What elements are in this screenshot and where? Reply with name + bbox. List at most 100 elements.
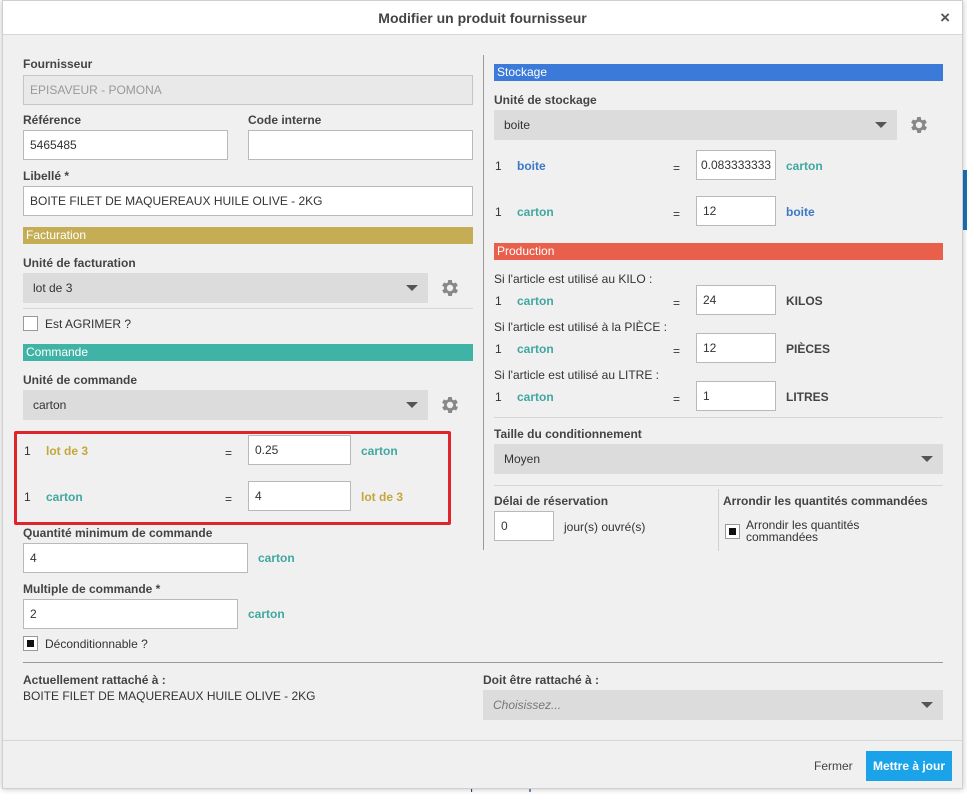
stockage-conv1-unit: boite xyxy=(517,159,546,173)
multiple-order-label: Multiple de commande * xyxy=(23,582,161,596)
commande-conv1-input[interactable]: 0.25 xyxy=(248,435,351,465)
production-piece-target: PIÈCES xyxy=(786,342,831,356)
equals-sign: = xyxy=(673,207,681,221)
reference-input[interactable]: 5465485 xyxy=(23,130,228,160)
equals-sign: = xyxy=(673,161,681,175)
production-kilo-unit: carton xyxy=(517,294,554,308)
production-litre-unit: carton xyxy=(517,390,554,404)
production-section-header: Production xyxy=(494,243,943,260)
code-interne-label: Code interne xyxy=(248,113,322,127)
actuel-label: Actuellement rattaché à : xyxy=(23,673,166,687)
commande-section-header: Commande xyxy=(23,344,473,361)
edit-supplier-product-modal: Modifier un produit fournisseur × Fourni… xyxy=(2,0,963,789)
divider xyxy=(718,489,719,551)
production-kilo-target: KILOS xyxy=(786,294,823,308)
stockage-conv1-input[interactable]: 0.083333333 xyxy=(696,150,776,180)
stockage-unit-label: Unité de stockage xyxy=(494,93,597,107)
min-order-input[interactable]: 4 xyxy=(23,543,248,573)
agrimer-label: Est AGRIMER ? xyxy=(45,317,132,331)
equals-sign: = xyxy=(673,392,681,406)
production-piece-unit: carton xyxy=(517,342,554,356)
stockage-conv2-unit: carton xyxy=(517,205,554,219)
commande-conv1-target: carton xyxy=(361,444,398,458)
facturation-unit-value: lot de 3 xyxy=(33,281,73,295)
doit-label: Doit être rattaché à : xyxy=(483,673,600,687)
facturation-section-header: Facturation xyxy=(23,227,473,244)
production-piece-input[interactable]: 12 xyxy=(696,333,776,363)
production-litre-label: Si l'article est utilisé au LITRE : xyxy=(494,368,660,382)
facturation-unit-select[interactable]: lot de 3 xyxy=(23,273,428,303)
commande-unit-value: carton xyxy=(33,398,67,412)
stockage-conv2-input[interactable]: 12 xyxy=(696,196,776,226)
update-button[interactable]: Mettre à jour xyxy=(866,751,952,781)
delai-label: Délai de réservation xyxy=(494,494,609,508)
reference-label: Référence xyxy=(23,113,82,127)
divider xyxy=(23,308,473,309)
equals-sign: = xyxy=(225,446,233,460)
taille-select[interactable]: Moyen xyxy=(494,444,943,474)
libelle-input[interactable]: BOITE FILET DE MAQUEREAUX HUILE OLIVE - … xyxy=(23,186,473,216)
chevron-down-icon xyxy=(406,402,418,408)
gear-icon[interactable] xyxy=(439,277,461,299)
production-piece-label: Si l'article est utilisé à la PIÈCE : xyxy=(494,320,668,334)
doit-placeholder: Choisissez... xyxy=(493,698,562,712)
commande-conv2-unit: carton xyxy=(46,490,83,504)
gear-icon[interactable] xyxy=(908,114,930,136)
stockage-conv2-qty: 1 xyxy=(495,205,502,219)
modal-header: Modifier un produit fournisseur × xyxy=(3,1,962,35)
arrondir-checkbox-label: Arrondir les quantités commandées xyxy=(746,518,860,544)
production-litre-input[interactable]: 1 xyxy=(696,381,776,411)
production-kilo-label: Si l'article est utilisé au KILO : xyxy=(494,272,653,286)
stockage-unit-value: boite xyxy=(504,118,531,132)
taille-label: Taille du conditionnement xyxy=(494,427,642,441)
commande-conv1-qty: 1 xyxy=(24,444,31,458)
column-divider xyxy=(483,55,484,550)
equals-sign: = xyxy=(673,344,681,358)
footer-divider xyxy=(3,740,962,741)
stockage-unit-select[interactable]: boite xyxy=(494,110,897,140)
gear-icon[interactable] xyxy=(439,394,461,416)
divider xyxy=(23,662,943,663)
stockage-conv1-target: carton xyxy=(786,159,823,173)
taille-value: Moyen xyxy=(504,452,541,466)
doit-select[interactable]: Choisissez... xyxy=(483,690,943,720)
delai-unit: jour(s) ouvré(s) xyxy=(564,520,646,534)
commande-unit-select[interactable]: carton xyxy=(23,390,428,420)
chevron-down-icon xyxy=(921,702,933,708)
multiple-order-input[interactable]: 2 xyxy=(23,599,238,629)
production-litre-target: LITRES xyxy=(786,390,829,404)
stockage-section-header: Stockage xyxy=(494,64,943,81)
deconditionnable-label: Déconditionnable ? xyxy=(45,637,148,651)
min-order-unit: carton xyxy=(258,551,295,565)
deconditionnable-checkbox[interactable] xyxy=(23,636,38,651)
code-interne-input[interactable] xyxy=(248,130,473,160)
production-litre-qty: 1 xyxy=(495,390,502,404)
arrondir-label: Arrondir les quantités commandées xyxy=(723,494,928,508)
delai-input[interactable]: 0 xyxy=(494,511,554,541)
facturation-unit-label: Unité de facturation xyxy=(23,256,136,270)
stockage-conv2-target: boite xyxy=(786,205,815,219)
arrondir-checkbox[interactable] xyxy=(725,524,740,539)
agrimer-checkbox[interactable] xyxy=(23,316,38,331)
stockage-conv1-qty: 1 xyxy=(495,159,502,173)
commande-conv2-input[interactable]: 4 xyxy=(248,481,351,511)
production-kilo-qty: 1 xyxy=(495,294,502,308)
equals-sign: = xyxy=(673,296,681,310)
multiple-order-unit: carton xyxy=(248,607,285,621)
min-order-label: Quantité minimum de commande xyxy=(23,526,213,540)
chevron-down-icon xyxy=(406,285,418,291)
fournisseur-label: Fournisseur xyxy=(23,57,93,71)
production-piece-qty: 1 xyxy=(495,342,502,356)
actuel-value: BOITE FILET DE MAQUEREAUX HUILE OLIVE - … xyxy=(23,689,316,703)
equals-sign: = xyxy=(225,492,233,506)
close-icon[interactable]: × xyxy=(940,9,950,26)
commande-conv2-qty: 1 xyxy=(24,490,31,504)
chevron-down-icon xyxy=(921,456,933,462)
libelle-label: Libellé * xyxy=(23,169,70,183)
commande-unit-label: Unité de commande xyxy=(23,373,138,387)
chevron-down-icon xyxy=(875,122,887,128)
fournisseur-field: EPISAVEUR - POMONA xyxy=(23,75,473,105)
close-button[interactable]: Fermer xyxy=(814,759,853,773)
production-kilo-input[interactable]: 24 xyxy=(696,285,776,315)
divider xyxy=(494,417,943,418)
